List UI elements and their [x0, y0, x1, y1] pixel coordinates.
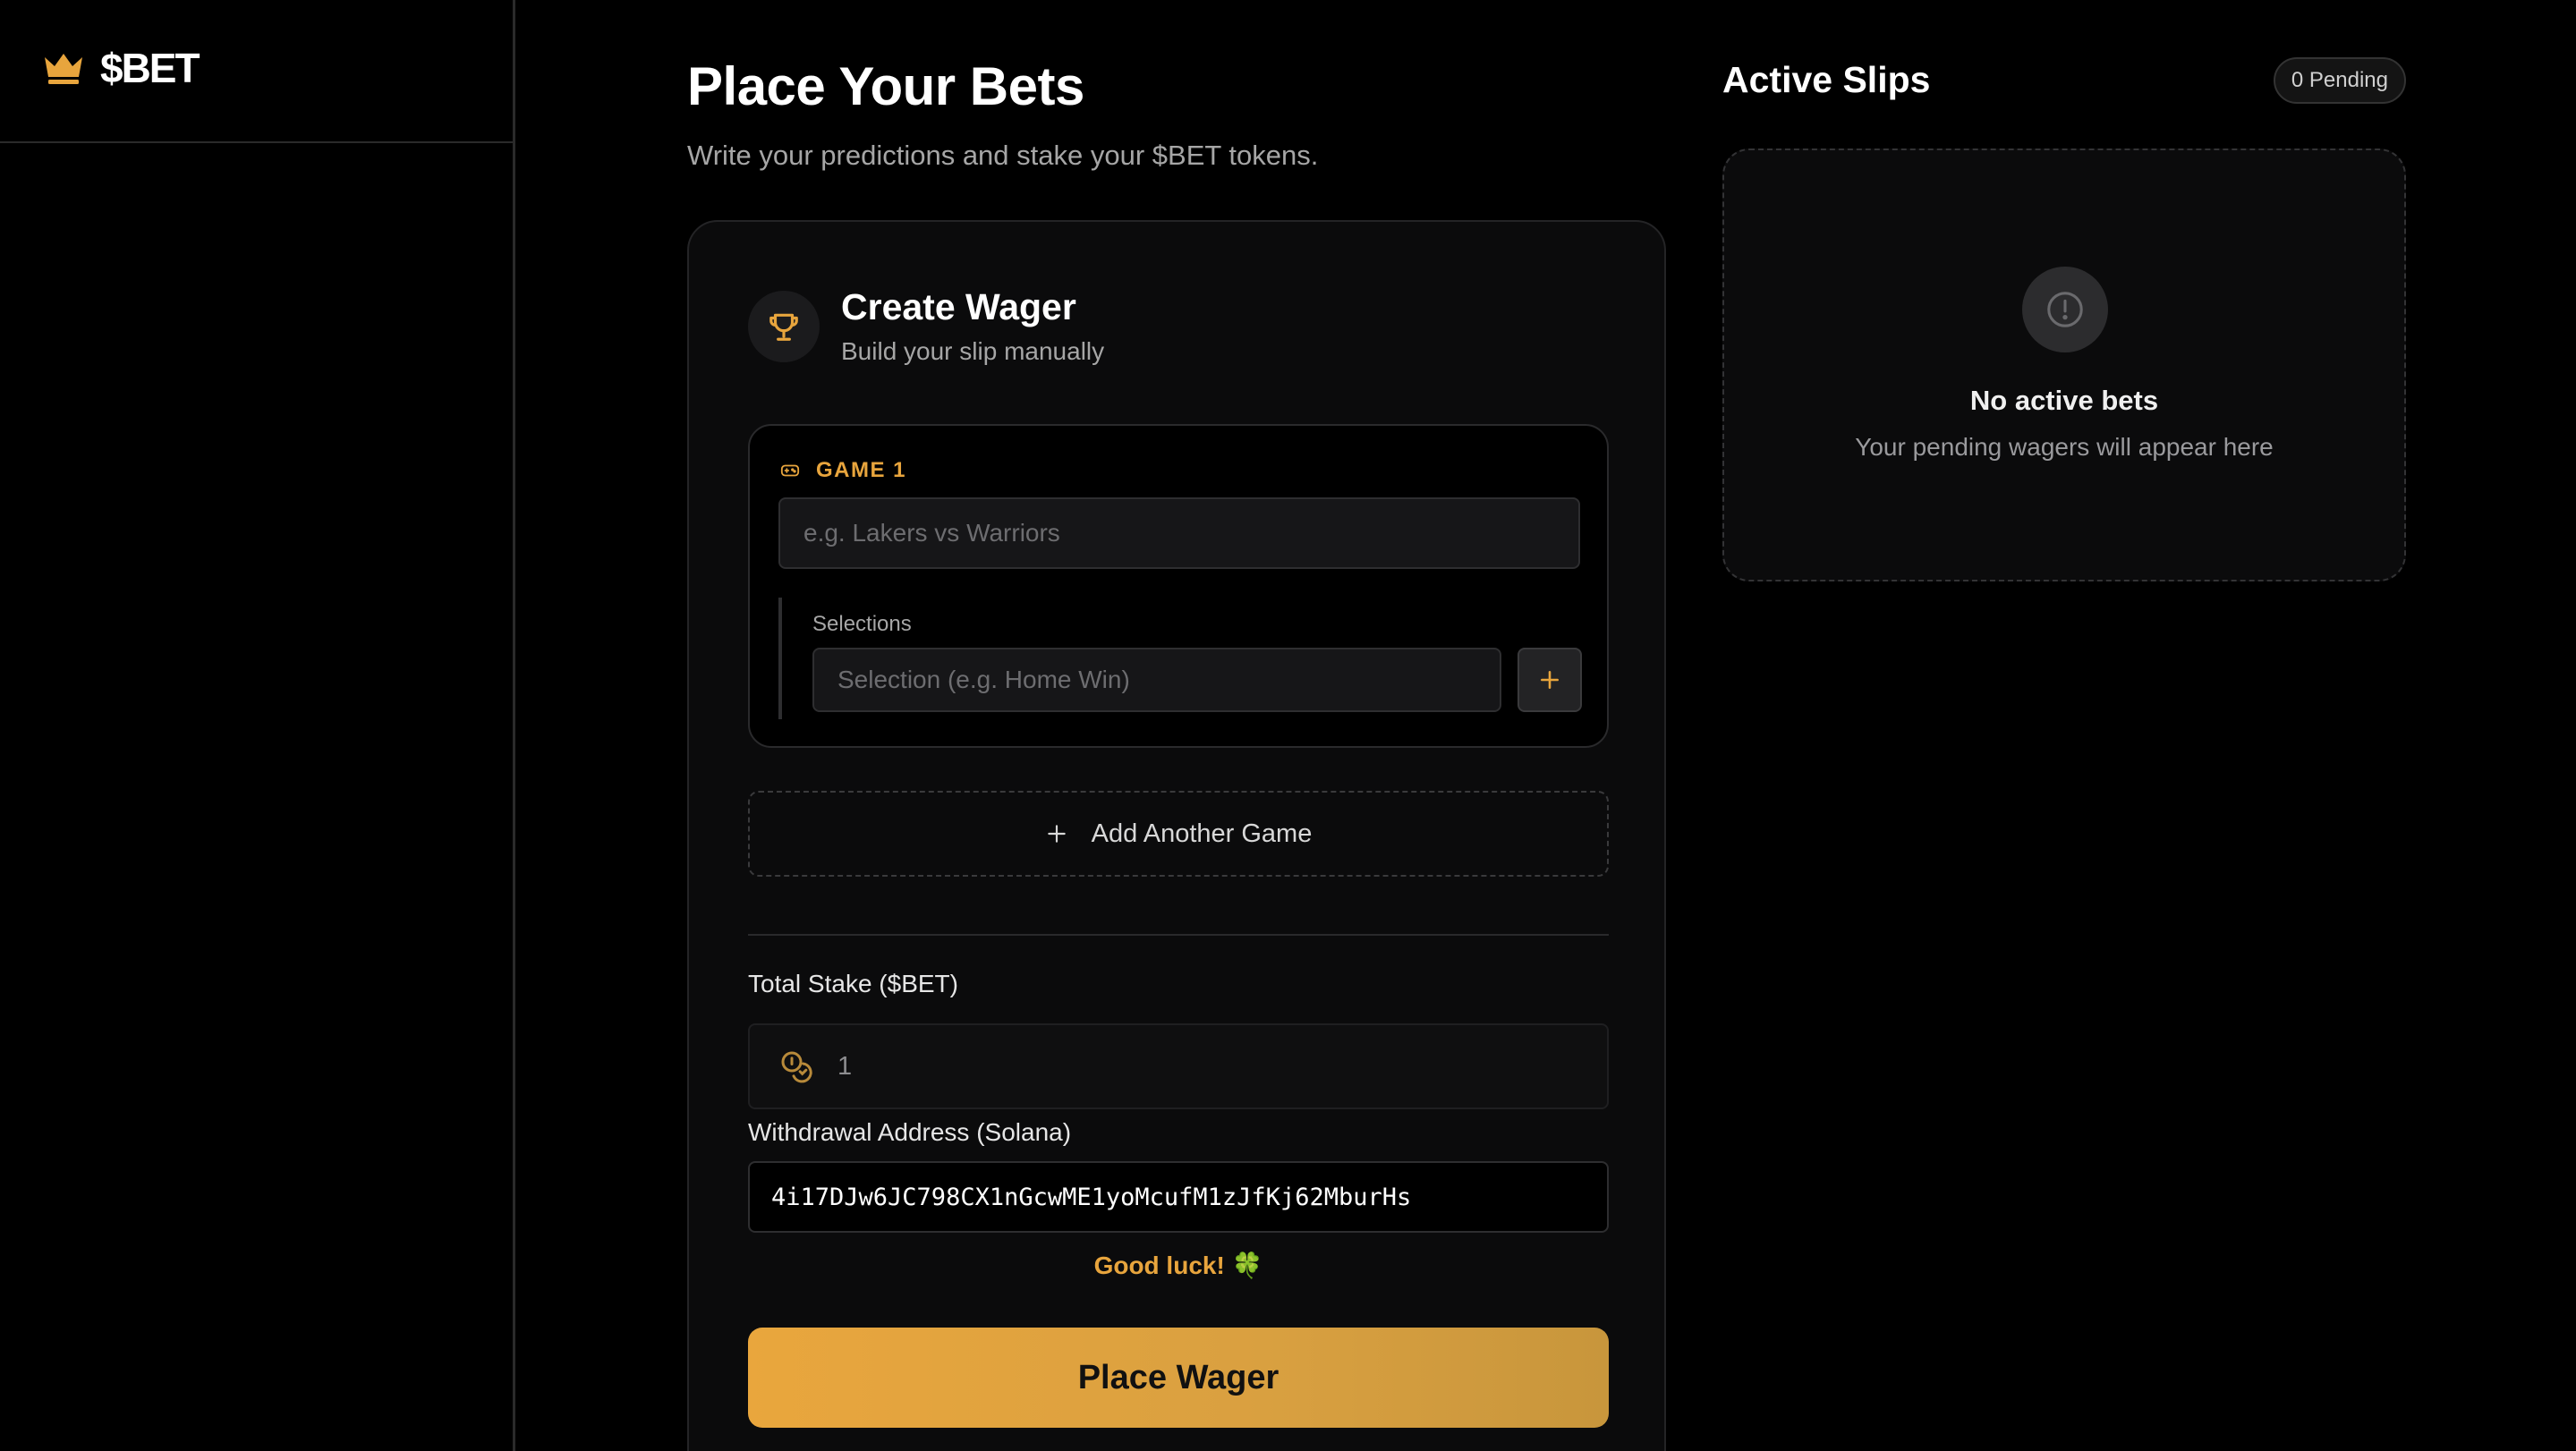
add-another-game-button[interactable]: Add Another Game: [748, 791, 1609, 877]
page-subtitle: Write your predictions and stake your $B…: [687, 140, 1319, 171]
trophy-badge: [748, 290, 820, 362]
sidebar: $BET: [0, 0, 515, 1451]
selection-input[interactable]: [812, 648, 1501, 712]
app-root: $BET Place Your Bets Write your predicti…: [0, 0, 2576, 1451]
pending-count-badge: 0 Pending: [2273, 57, 2406, 104]
game-matchup-input[interactable]: [778, 497, 1580, 569]
withdrawal-address-input[interactable]: [748, 1161, 1609, 1233]
trophy-icon: [769, 313, 798, 341]
add-game-label: Add Another Game: [1091, 819, 1313, 848]
card-heading-text: Create Wager Build your slip manually: [841, 286, 1104, 366]
empty-subtitle: Your pending wagers will appear here: [1855, 433, 2274, 461]
add-selection-button[interactable]: [1518, 648, 1582, 712]
plus-icon: [1541, 671, 1559, 689]
brand-logo-text[interactable]: $BET: [100, 44, 200, 92]
coins-icon: [781, 1051, 812, 1083]
selections-group: Selections: [778, 598, 1582, 719]
alert-circle-icon: [2047, 292, 2083, 327]
crown-icon: [45, 54, 82, 84]
withdrawal-label: Withdrawal Address (Solana): [748, 1118, 1072, 1146]
stake-label: Total Stake ($BET): [748, 970, 958, 997]
plus-icon: [1047, 825, 1066, 843]
divider: [748, 934, 1609, 936]
stake-field[interactable]: 1: [748, 1023, 1609, 1109]
gamepad-icon: [780, 464, 800, 477]
game-label: GAME 1: [780, 458, 906, 483]
card-subtitle: Build your slip manually: [841, 337, 1105, 366]
empty-icon-wrap: [2022, 267, 2108, 352]
create-wager-card: Create Wager Build your slip manually GA…: [687, 220, 1666, 1451]
active-slips-title: Active Slips: [1722, 59, 1931, 100]
stake-value: 1: [837, 1051, 853, 1081]
card-title: Create Wager: [841, 286, 1076, 327]
card-header: Create Wager Build your slip manually: [748, 286, 1104, 366]
game-label-text: GAME 1: [816, 458, 907, 482]
place-wager-button[interactable]: Place Wager: [748, 1328, 1609, 1428]
good-luck-text: Good luck! 🍀: [1093, 1252, 1263, 1279]
page-title: Place Your Bets: [687, 56, 1084, 116]
selections-label: Selections: [812, 612, 912, 636]
sidebar-header: $BET: [0, 0, 513, 143]
game-entry: GAME 1 Selections: [748, 424, 1609, 748]
empty-title: No active bets: [1969, 385, 2159, 416]
empty-slips-state: No active bets Your pending wagers will …: [1722, 148, 2406, 581]
